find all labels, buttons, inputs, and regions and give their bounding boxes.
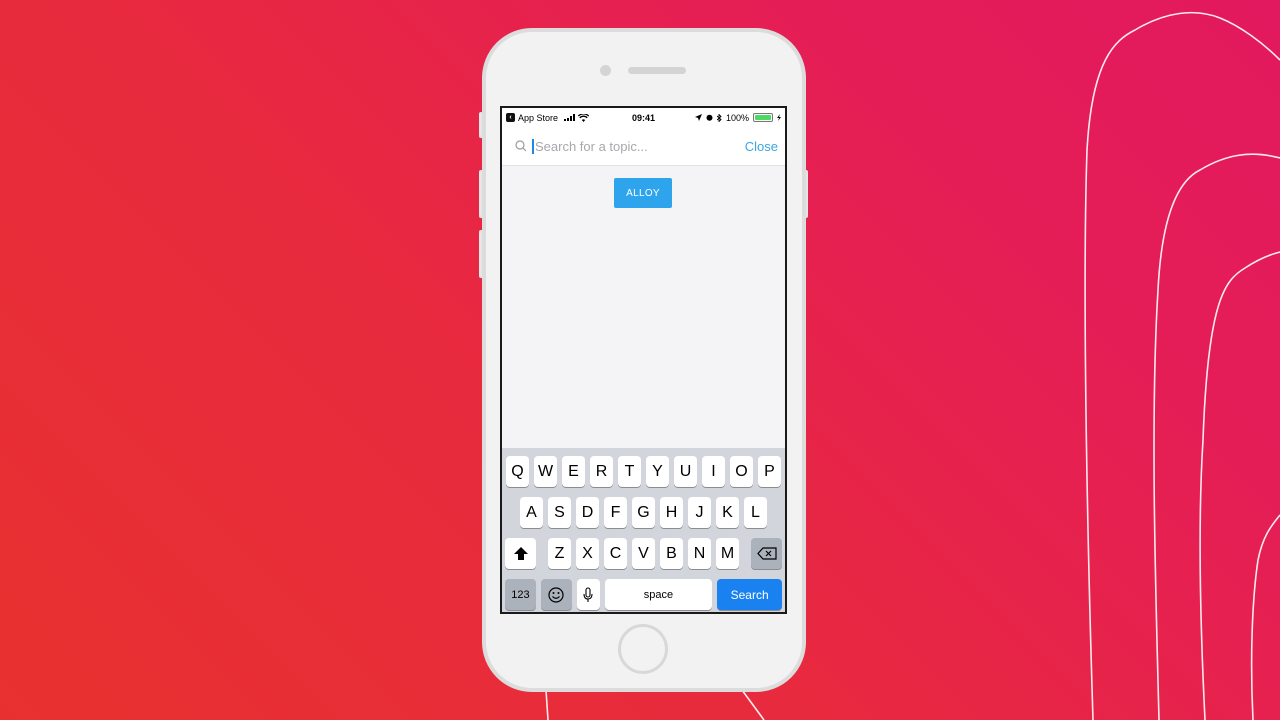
decor-line — [1250, 514, 1280, 720]
search-bar: Close — [502, 127, 785, 166]
key-w[interactable]: W — [534, 456, 557, 487]
decor-line — [741, 689, 765, 720]
key-x[interactable]: X — [576, 538, 599, 569]
keyboard-row-3: ZXCVBNM — [502, 538, 785, 569]
location-icon — [694, 114, 702, 121]
phone-screen: ‹ App Store 09:41 100% Cl — [500, 106, 787, 614]
microphone-key[interactable] — [576, 579, 600, 610]
space-key[interactable]: space — [604, 579, 713, 610]
alarm-icon — [706, 114, 713, 121]
wifi-icon — [578, 113, 590, 122]
key-q[interactable]: Q — [506, 456, 529, 487]
key-d[interactable]: D — [576, 497, 599, 528]
search-key[interactable]: Search — [717, 579, 782, 610]
keyboard: QWERTYUIOP ASDFGHJKL ZXCVBNM 123 space S… — [502, 448, 785, 612]
emoji-key[interactable] — [540, 579, 572, 610]
key-v[interactable]: V — [632, 538, 655, 569]
battery-percent: 100% — [725, 112, 749, 123]
home-button[interactable] — [618, 624, 668, 674]
battery-fill — [755, 115, 771, 120]
key-s[interactable]: S — [548, 497, 571, 528]
key-o[interactable]: O — [730, 456, 753, 487]
charging-icon — [777, 114, 781, 121]
decor-line — [1199, 251, 1280, 720]
shift-key[interactable] — [505, 538, 536, 569]
bluetooth-icon — [716, 113, 722, 122]
microphone-icon — [583, 586, 593, 602]
key-j[interactable]: J — [688, 497, 711, 528]
backspace-icon — [756, 547, 777, 560]
text-caret — [532, 138, 534, 154]
keyboard-row-4: 123 space Search — [502, 579, 785, 610]
battery-icon — [753, 113, 773, 122]
key-z[interactable]: Z — [548, 538, 571, 569]
backspace-key[interactable] — [751, 538, 782, 569]
topic-list: ALLOY — [502, 166, 785, 449]
key-y[interactable]: Y — [646, 456, 669, 487]
key-l[interactable]: L — [744, 497, 767, 528]
key-f[interactable]: F — [604, 497, 627, 528]
key-u[interactable]: U — [674, 456, 697, 487]
decor-line — [1084, 11, 1280, 720]
decor-line — [545, 689, 549, 720]
shift-arrow-icon — [513, 547, 528, 560]
key-b[interactable]: B — [660, 538, 683, 569]
emoji-icon — [548, 586, 564, 603]
key-m[interactable]: M — [716, 538, 739, 569]
back-arrow-icon[interactable]: ‹ — [506, 113, 515, 122]
signal-icon — [564, 114, 576, 121]
search-input[interactable] — [535, 138, 745, 154]
keyboard-row-1: QWERTYUIOP — [502, 456, 785, 487]
search-icon — [515, 140, 527, 152]
key-r[interactable]: R — [590, 456, 613, 487]
key-a[interactable]: A — [520, 497, 543, 528]
key-g[interactable]: G — [632, 497, 655, 528]
numbers-key[interactable]: 123 — [505, 579, 536, 610]
key-k[interactable]: K — [716, 497, 739, 528]
status-bar: ‹ App Store 09:41 100% — [502, 108, 785, 127]
key-e[interactable]: E — [562, 456, 585, 487]
close-button[interactable]: Close — [745, 139, 778, 154]
decor-line — [1153, 153, 1280, 720]
key-t[interactable]: T — [618, 456, 641, 487]
key-p[interactable]: P — [758, 456, 781, 487]
key-i[interactable]: I — [702, 456, 725, 487]
earpiece-speaker — [628, 67, 686, 74]
front-camera — [600, 65, 611, 76]
key-n[interactable]: N — [688, 538, 711, 569]
key-c[interactable]: C — [604, 538, 627, 569]
key-h[interactable]: H — [660, 497, 683, 528]
back-app-label[interactable]: App Store — [518, 113, 558, 123]
keyboard-row-2: ASDFGHJKL — [502, 497, 785, 528]
topic-tag-alloy[interactable]: ALLOY — [614, 178, 672, 208]
